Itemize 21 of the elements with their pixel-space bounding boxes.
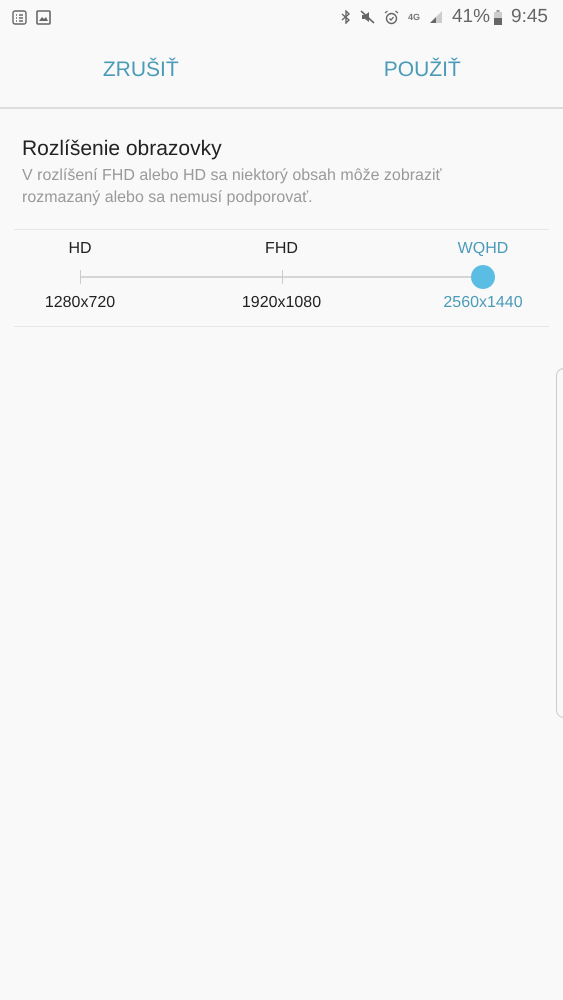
resolution-value: 1920x1080 [240,294,322,312]
resolution-value: 1280x720 [44,294,116,312]
clock: 9:45 [511,6,548,28]
action-button[interactable]: POUŽIŤ [282,32,563,107]
signal-icon [428,10,443,24]
setting-description: V rozlíšení FHD alebo HD sa niektorý obsah môže zobraziť rozmazaný alebo sa nemusí podporovať. [22,166,443,208]
bluetooth-icon [340,10,351,24]
slider-thumb[interactable] [471,265,495,289]
notes-icon [12,10,27,24]
mute-icon [360,10,375,24]
image-icon [36,10,51,24]
action-button[interactable]: ZRUŠIŤ [0,32,282,107]
battery-icon [494,10,502,24]
resolution-option[interactable]: HD [20,240,140,258]
network-type: 4G [408,12,420,22]
resolution-option[interactable]: FHD [222,240,342,258]
setting-title: Rozlíšenie obrazovky [22,137,223,161]
resolution-value: 2560x1440 [442,294,524,312]
alarm-icon [384,10,399,24]
battery-level: 41% [452,6,490,28]
resolution-option[interactable]: WQHD [423,240,543,258]
